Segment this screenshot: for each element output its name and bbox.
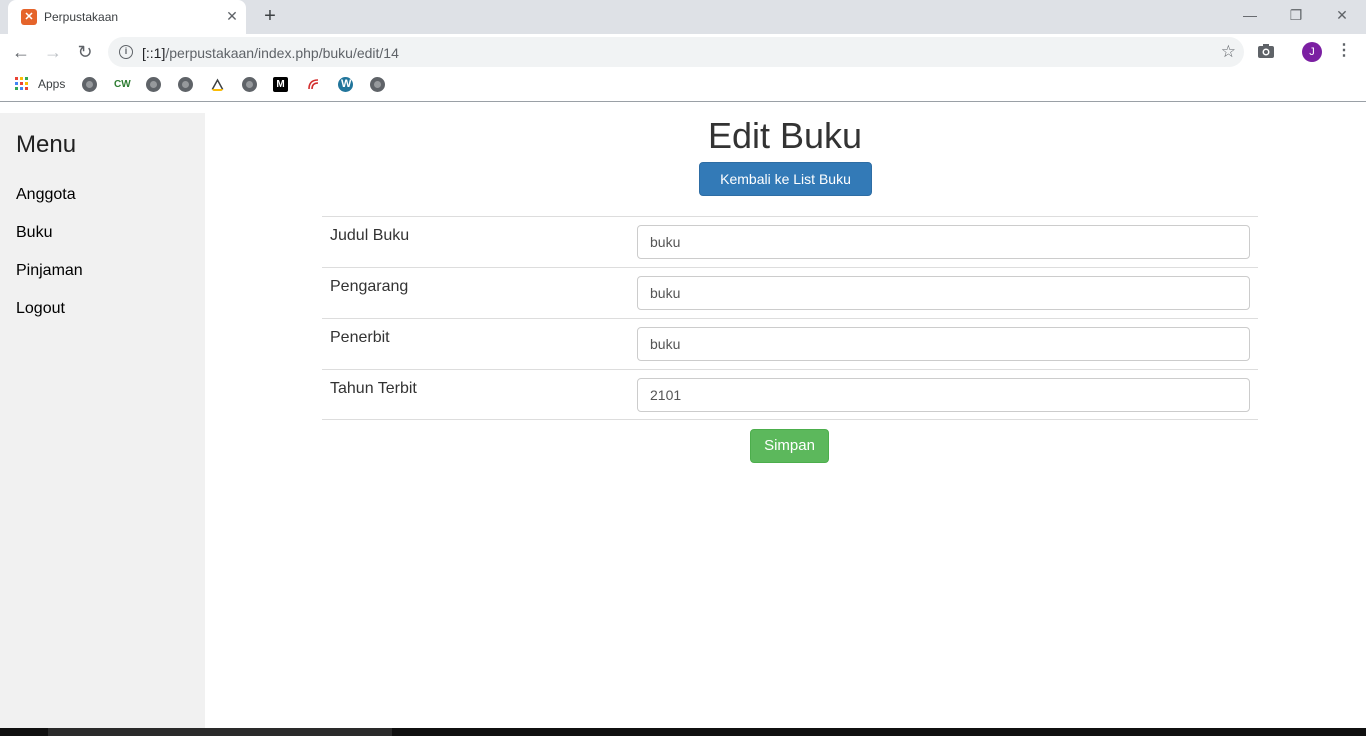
curl-icon[interactable]: [306, 77, 321, 92]
form-row-tahun: Tahun Terbit: [322, 369, 1258, 420]
back-to-list-button[interactable]: Kembali ke List Buku: [699, 162, 872, 196]
os-taskbar: [0, 728, 1366, 736]
cw-icon[interactable]: CW: [114, 77, 131, 92]
tahun-terbit-input[interactable]: [637, 378, 1250, 412]
browser-tabstrip: ✕ Perpustakaan ✕ + — ❐ ✕: [0, 0, 1366, 34]
edit-form: Judul Buku Pengarang Penerbit Tahun Terb…: [322, 216, 1258, 420]
sidebar-item-logout[interactable]: Logout: [16, 300, 65, 318]
camera-icon[interactable]: [1257, 42, 1275, 60]
tab-title: Perpustakaan: [44, 10, 119, 24]
wordpress-icon[interactable]: W: [338, 77, 353, 92]
reload-icon[interactable]: ↻: [72, 39, 98, 65]
sidebar-item-pinjaman[interactable]: Pinjaman: [16, 262, 83, 280]
bookmarks-bar: Apps CW M W: [0, 70, 1366, 102]
apps-label[interactable]: Apps: [38, 77, 65, 91]
browser-toolbar: ← → ↻ i [::1]/perpustakaan/index.php/buk…: [0, 34, 1366, 70]
globe-icon[interactable]: [178, 77, 193, 92]
medium-icon[interactable]: M: [273, 77, 288, 92]
restore-icon[interactable]: ❐: [1284, 4, 1308, 26]
sidebar-item-anggota[interactable]: Anggota: [16, 186, 76, 204]
form-row-judul: Judul Buku: [322, 216, 1258, 267]
field-label: Pengarang: [330, 278, 409, 295]
xampp-favicon-icon: ✕: [21, 9, 37, 25]
simpan-button[interactable]: Simpan: [750, 429, 829, 463]
form-row-pengarang: Pengarang: [322, 267, 1258, 318]
page-content: Menu Anggota Buku Pinjaman Logout Edit B…: [0, 103, 1366, 728]
window-close-icon[interactable]: ✕: [1330, 4, 1354, 26]
form-row-penerbit: Penerbit: [322, 318, 1258, 369]
url-host: [::1]: [142, 45, 166, 61]
address-bar[interactable]: i [::1]/perpustakaan/index.php/buku/edit…: [108, 37, 1244, 67]
drive-icon[interactable]: [210, 77, 225, 92]
judul-buku-input[interactable]: [637, 225, 1250, 259]
globe-icon[interactable]: [146, 77, 161, 92]
page-title: Edit Buku: [707, 115, 863, 156]
globe-icon[interactable]: [82, 77, 97, 92]
sidebar-item-buku[interactable]: Buku: [16, 224, 52, 242]
penerbit-input[interactable]: [637, 327, 1250, 361]
browser-tab[interactable]: ✕ Perpustakaan ✕: [8, 0, 246, 34]
globe-icon[interactable]: [242, 77, 257, 92]
taskbar-active-app[interactable]: [48, 728, 392, 736]
field-label: Tahun Terbit: [330, 380, 417, 397]
field-label: Judul Buku: [330, 227, 410, 244]
url-text[interactable]: [::1]/perpustakaan/index.php/buku/edit/1…: [142, 45, 399, 61]
sidebar: Menu Anggota Buku Pinjaman Logout: [0, 113, 205, 728]
menu-title: Menu: [16, 131, 77, 158]
url-path: /perpustakaan/index.php/buku/edit/14: [165, 45, 399, 61]
minimize-icon[interactable]: —: [1238, 4, 1262, 26]
new-tab-button[interactable]: +: [258, 5, 282, 29]
apps-grid-icon[interactable]: [15, 77, 28, 90]
field-label: Penerbit: [330, 329, 390, 346]
more-menu-icon[interactable]: ⋮: [1336, 40, 1352, 62]
info-icon[interactable]: i: [119, 45, 133, 59]
pengarang-input[interactable]: [637, 276, 1250, 310]
back-arrow-icon[interactable]: ←: [8, 39, 34, 65]
tab-close-icon[interactable]: ✕: [224, 8, 240, 24]
bookmark-star-icon[interactable]: ☆: [1221, 42, 1236, 62]
globe-icon[interactable]: [370, 77, 385, 92]
profile-avatar[interactable]: J: [1302, 42, 1322, 62]
forward-arrow-icon[interactable]: →: [40, 39, 66, 65]
